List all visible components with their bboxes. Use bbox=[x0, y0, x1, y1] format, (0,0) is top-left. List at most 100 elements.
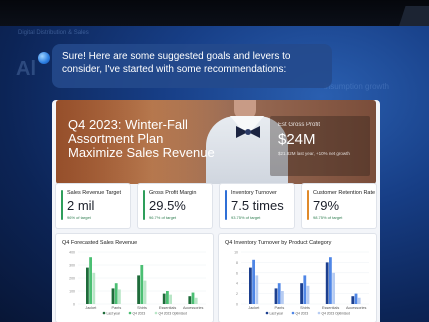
bowtie-graphic bbox=[236, 126, 260, 138]
kpi-subtext: 96.7% of target bbox=[149, 215, 177, 220]
bar-accessories-2 bbox=[194, 297, 198, 304]
bar-shirts-1 bbox=[303, 275, 307, 304]
legend-label: Q4 2023 Optimized bbox=[322, 311, 351, 315]
device-bezel bbox=[0, 0, 429, 26]
sales-revenue-chart-panel[interactable]: Q4 Forecasted Sales Revenue 400 300 200 100… bbox=[56, 234, 213, 322]
gross-profit-label: Est Gross Profit bbox=[278, 122, 321, 128]
y-tick-label: 0 bbox=[73, 303, 75, 307]
legend-swatch bbox=[265, 311, 269, 315]
legend-swatch bbox=[317, 311, 321, 315]
x-tick-label: Essentials bbox=[159, 306, 176, 310]
bar-accessories-1 bbox=[354, 293, 358, 304]
kpi-accent-bar bbox=[143, 190, 145, 220]
bar-pants-1 bbox=[277, 283, 281, 304]
inventory-turnover-chart-panel[interactable]: Q4 Inventory Turnover by Product Categor… bbox=[219, 234, 376, 322]
gross-profit-subtext: $21.82M last year, +10% net growth bbox=[278, 151, 350, 156]
kpi-subtext: 93.75% of target bbox=[231, 215, 261, 220]
bar-shirts-0 bbox=[300, 283, 303, 304]
kpi-card-sales-revenue[interactable]: Sales Revenue Target 2 mil 96% of target bbox=[56, 184, 130, 228]
legend-swatch bbox=[291, 311, 295, 315]
kpi-value: 29.5% bbox=[149, 198, 186, 213]
kpi-subtext: 96% of target bbox=[67, 215, 91, 220]
legend-label: Q4 2023 Optimized bbox=[159, 311, 188, 315]
bar-pants-2 bbox=[281, 291, 284, 304]
y-tick-label: 4 bbox=[236, 282, 238, 286]
x-tick-label: Essentials bbox=[322, 306, 339, 310]
kpi-accent-bar bbox=[225, 190, 227, 220]
bar-accessories-2 bbox=[357, 297, 361, 304]
bar-jacket-2 bbox=[92, 272, 96, 304]
kpi-accent-bar bbox=[61, 190, 63, 220]
bar-essentials-0 bbox=[325, 262, 329, 304]
inventory-turnover-chart: 10 8 6 4 2 0 Jacket Pants Shirts Essentials Access… bbox=[234, 251, 369, 315]
bar-essentials-0 bbox=[162, 293, 166, 304]
gross-profit-card[interactable]: Est Gross Profit $24M $21.82M last year,… bbox=[270, 116, 370, 176]
kpi-card-inventory-turnover[interactable]: Inventory Turnover 7.5 times 93.75% of t… bbox=[220, 184, 294, 228]
kpi-subtext: 98.75% of target bbox=[313, 215, 343, 220]
y-tick-label: 10 bbox=[234, 251, 238, 255]
bar-jacket-0 bbox=[249, 267, 252, 304]
legend-swatch bbox=[154, 311, 158, 315]
screen: Digital Distribution & Sales Al insumpti… bbox=[0, 0, 429, 322]
kpi-accent-bar bbox=[307, 190, 309, 220]
kpi-label: Sales Revenue Target bbox=[67, 190, 122, 196]
bar-pants-0 bbox=[274, 288, 278, 304]
kpi-value: 79% bbox=[313, 198, 340, 213]
y-tick-label: 100 bbox=[69, 290, 75, 294]
x-tick-label: Jacket bbox=[85, 306, 97, 310]
y-tick-label: 8 bbox=[236, 261, 238, 265]
legend-swatch bbox=[128, 311, 132, 315]
y-tick-label: 6 bbox=[236, 271, 238, 275]
kpi-row: Sales Revenue Target 2 mil 96% of target… bbox=[56, 184, 376, 232]
kpi-card-gross-profit-margin[interactable]: Gross Profit Margin 29.5% 96.7% of targe… bbox=[138, 184, 212, 228]
x-tick-label: Pants bbox=[112, 306, 122, 310]
copilot-icon bbox=[38, 52, 50, 64]
background-heading: Al bbox=[16, 58, 36, 80]
x-tick-label: Accessories bbox=[346, 306, 367, 310]
gross-profit-value: $24M bbox=[278, 131, 316, 148]
hero-title: Q4 2023: Winter-Fall Assortment Plan Max… bbox=[68, 117, 215, 160]
legend-label: Q4 2023 bbox=[296, 311, 309, 315]
bar-essentials-2 bbox=[332, 272, 335, 304]
bar-shirts-2 bbox=[306, 285, 310, 304]
bar-jacket-1 bbox=[252, 259, 255, 304]
legend-label: Last year bbox=[270, 311, 284, 315]
bar-accessories-0 bbox=[188, 296, 192, 304]
chat-message-bubble: Sure! Here are some suggested goals and … bbox=[52, 44, 332, 88]
x-tick-label: Accessories bbox=[183, 306, 204, 310]
legend-swatch bbox=[102, 311, 106, 315]
legend-label: Last year bbox=[107, 311, 121, 315]
bar-pants-0 bbox=[111, 288, 115, 304]
hero-banner: Q4 2023: Winter-Fall Assortment Plan Max… bbox=[56, 100, 376, 184]
bar-pants-1 bbox=[114, 283, 118, 304]
bar-accessories-0 bbox=[351, 296, 355, 304]
legend-label: Q4 2023 bbox=[133, 311, 146, 315]
y-tick-label: 2 bbox=[236, 292, 238, 296]
kpi-label: Gross Profit Margin bbox=[149, 190, 197, 196]
kpi-value: 7.5 times bbox=[231, 198, 284, 213]
background-caption: insumption growth bbox=[324, 82, 389, 91]
x-tick-label: Pants bbox=[275, 306, 285, 310]
y-tick-label: 300 bbox=[69, 264, 75, 268]
bar-jacket-2 bbox=[255, 275, 259, 304]
bar-shirts-2 bbox=[143, 280, 147, 304]
y-tick-label: 0 bbox=[236, 303, 238, 307]
bar-jacket-1 bbox=[89, 257, 92, 304]
kpi-value: 2 mil bbox=[67, 198, 95, 213]
bar-accessories-1 bbox=[191, 292, 195, 304]
background-app-title: Digital Distribution & Sales bbox=[18, 30, 89, 36]
x-tick-label: Jacket bbox=[248, 306, 260, 310]
kpi-card-customer-retention[interactable]: Customer Retention Rate 79% 98.75% of ta… bbox=[302, 184, 376, 228]
kpi-label: Inventory Turnover bbox=[231, 190, 277, 196]
bar-pants-2 bbox=[118, 289, 121, 304]
x-tick-label: Shirts bbox=[300, 306, 310, 310]
assortment-plan-dashboard: Q4 2023: Winter-Fall Assortment Plan Max… bbox=[52, 100, 380, 322]
bar-jacket-0 bbox=[86, 267, 89, 304]
y-tick-label: 400 bbox=[69, 251, 75, 255]
bar-essentials-1 bbox=[166, 291, 169, 304]
bar-shirts-1 bbox=[140, 265, 144, 304]
bar-shirts-0 bbox=[137, 275, 140, 304]
y-tick-label: 200 bbox=[69, 277, 75, 281]
sales-revenue-chart: 400 300 200 100 0 Jacket Pants Shirts Essentials… bbox=[69, 251, 206, 315]
x-tick-label: Shirts bbox=[137, 306, 147, 310]
